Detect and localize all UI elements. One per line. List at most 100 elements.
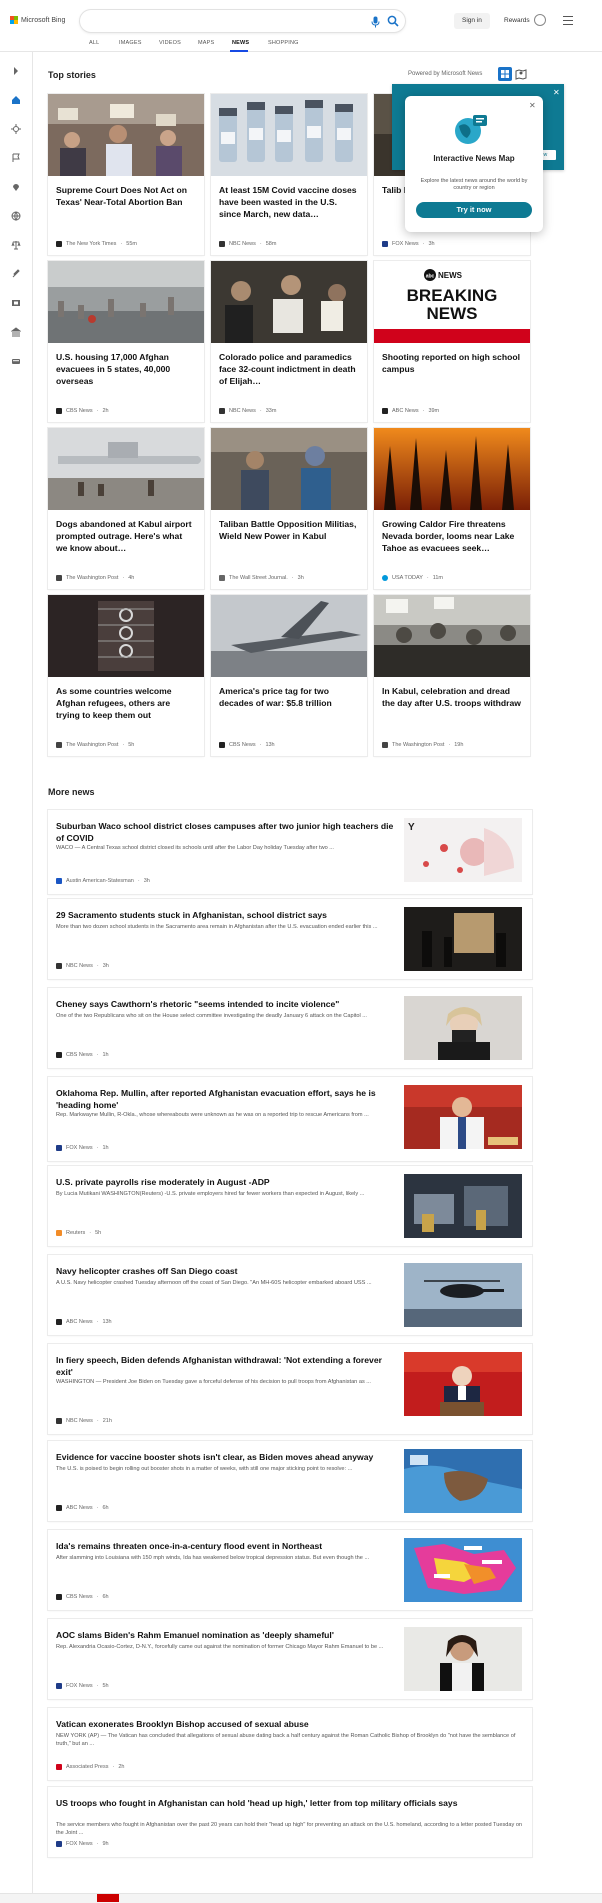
search-icon[interactable] — [387, 14, 399, 27]
active-tab-indicator — [230, 50, 248, 52]
news-row[interactable]: Ida's remains threaten once-in-a-century… — [48, 1530, 532, 1610]
globe-icon[interactable] — [11, 211, 21, 221]
story-headline[interactable]: Supreme Court Does Not Act on Texas' Nea… — [56, 184, 196, 208]
story-card[interactable]: Colorado police and paramedics face 32-c… — [211, 261, 367, 422]
news-row[interactable]: In fiery speech, Biden defends Afghanist… — [48, 1344, 532, 1434]
story-headline[interactable]: Dogs abandoned at Kabul airport prompted… — [56, 518, 196, 554]
news-thumbnail[interactable] — [404, 1174, 522, 1238]
news-row[interactable]: Suburban Waco school district closes cam… — [48, 810, 532, 894]
story-headline[interactable]: Shooting reported on high school campus — [382, 351, 522, 375]
logo-text: Microsoft Bing — [21, 16, 66, 24]
microphone-icon[interactable] — [371, 15, 380, 28]
news-thumbnail[interactable] — [404, 1085, 522, 1149]
news-headline[interactable]: Vatican exonerates Brooklyn Bishop accus… — [56, 1718, 524, 1730]
rewards-trophy-icon[interactable] — [534, 14, 546, 26]
story-source: NBC News · 33m — [219, 408, 276, 414]
story-headline[interactable]: In Kabul, celebration and dread the day … — [382, 685, 522, 709]
rocket-icon[interactable] — [11, 269, 21, 279]
grid-view-button[interactable] — [498, 67, 512, 81]
news-headline[interactable]: US troops who fought in Afghanistan can … — [56, 1797, 524, 1809]
news-thumbnail[interactable] — [404, 907, 522, 971]
story-card[interactable]: abc NEWS BREAKING NEWS Shooting reported… — [374, 261, 530, 422]
source-time: 1h — [102, 1145, 109, 1151]
story-headline[interactable]: U.S. housing 17,000 Afghan evacuees in 5… — [56, 351, 196, 387]
news-headline[interactable]: 29 Sacramento students stuck in Afghanis… — [56, 909, 396, 921]
source-logo-icon — [219, 408, 225, 414]
close-icon[interactable]: ✕ — [553, 88, 560, 97]
header: Microsoft Bing Sign in Rewards — [0, 0, 602, 36]
news-row[interactable]: Navy helicopter crashes off San Diego co… — [48, 1255, 532, 1335]
story-card[interactable]: As some countries welcome Afghan refugee… — [48, 595, 204, 756]
separator: · — [96, 1841, 99, 1847]
story-headline[interactable]: Colorado police and paramedics face 32-c… — [219, 351, 359, 387]
story-headline[interactable]: At least 15M Covid vaccine doses have be… — [219, 184, 359, 220]
location-pin-icon[interactable] — [11, 182, 21, 192]
news-thumbnail[interactable]: Y — [404, 818, 522, 882]
news-headline[interactable]: Suburban Waco school district closes cam… — [56, 820, 396, 844]
news-source: FOX News · 1h — [56, 1145, 109, 1151]
news-headline[interactable]: AOC slams Biden's Rahm Emanuel nominatio… — [56, 1629, 396, 1641]
story-card[interactable]: Supreme Court Does Not Act on Texas' Nea… — [48, 94, 204, 255]
film-icon[interactable] — [11, 298, 21, 308]
news-row[interactable]: US troops who fought in Afghanistan can … — [48, 1787, 532, 1857]
news-thumbnail[interactable] — [404, 1627, 522, 1691]
tab-all[interactable]: ALL — [89, 40, 99, 46]
tab-images[interactable]: IMAGES — [119, 40, 142, 46]
map-view-button[interactable] — [514, 67, 528, 81]
news-headline[interactable]: U.S. private payrolls rise moderately in… — [56, 1176, 396, 1188]
source-name: FOX News — [66, 1841, 93, 1847]
tab-news[interactable]: NEWS — [232, 40, 249, 46]
rewards-label[interactable]: Rewards — [504, 17, 530, 24]
bing-logo[interactable]: Microsoft Bing — [10, 16, 65, 24]
left-sidebar — [0, 52, 33, 1903]
story-card[interactable]: Taliban Battle Opposition Militias, Wiel… — [211, 428, 367, 589]
story-headline[interactable]: Growing Caldor Fire threatens Nevada bor… — [382, 518, 522, 554]
news-thumbnail[interactable] — [404, 1449, 522, 1513]
bank-icon[interactable] — [11, 327, 21, 337]
home-icon[interactable] — [11, 95, 21, 105]
story-headline[interactable]: Taliban Battle Opposition Militias, Wiel… — [219, 518, 359, 542]
news-thumbnail[interactable] — [404, 1352, 522, 1416]
coronavirus-icon[interactable] — [11, 124, 21, 134]
story-source: USA TODAY · 11m — [382, 575, 443, 581]
story-headline[interactable]: America's price tag for two decades of w… — [219, 685, 359, 709]
news-row[interactable]: 29 Sacramento students stuck in Afghanis… — [48, 899, 532, 979]
hamburger-menu-icon[interactable] — [563, 16, 573, 25]
close-icon[interactable]: ✕ — [529, 101, 536, 110]
try-it-now-button[interactable]: Try it now — [416, 202, 532, 218]
car-icon[interactable] — [11, 356, 21, 366]
story-card[interactable]: Dogs abandoned at Kabul airport prompted… — [48, 428, 204, 589]
news-row[interactable]: Vatican exonerates Brooklyn Bishop accus… — [48, 1708, 532, 1780]
news-headline[interactable]: Evidence for vaccine booster shots isn't… — [56, 1451, 396, 1463]
tab-videos[interactable]: VIDEOS — [159, 40, 181, 46]
flag-icon[interactable] — [11, 153, 21, 163]
news-snippet: By Lucia Mutikani WASHINGTON(Reuters) -U… — [56, 1191, 365, 1197]
source-logo-icon — [382, 241, 388, 247]
source-name: FOX News — [66, 1145, 93, 1151]
news-row[interactable]: Oklahoma Rep. Mullin, after reported Afg… — [48, 1077, 532, 1161]
story-card[interactable]: America's price tag for two decades of w… — [211, 595, 367, 756]
news-headline[interactable]: Navy helicopter crashes off San Diego co… — [56, 1265, 396, 1277]
news-row[interactable]: Evidence for vaccine booster shots isn't… — [48, 1441, 532, 1521]
news-row[interactable]: Cheney says Cawthorn's rhetoric "seems i… — [48, 988, 532, 1068]
story-headline[interactable]: As some countries welcome Afghan refugee… — [56, 685, 196, 721]
news-thumbnail[interactable] — [404, 996, 522, 1060]
sign-in-button[interactable]: Sign in — [454, 13, 490, 29]
news-headline[interactable]: Cheney says Cawthorn's rhetoric "seems i… — [56, 998, 396, 1010]
news-headline[interactable]: Ida's remains threaten once-in-a-century… — [56, 1540, 396, 1552]
news-headline[interactable]: Oklahoma Rep. Mullin, after reported Afg… — [56, 1087, 396, 1111]
news-headline[interactable]: In fiery speech, Biden defends Afghanist… — [56, 1354, 396, 1378]
news-row[interactable]: U.S. private payrolls rise moderately in… — [48, 1166, 532, 1246]
story-card[interactable]: U.S. housing 17,000 Afghan evacuees in 5… — [48, 261, 204, 422]
search-input[interactable] — [80, 10, 405, 32]
story-card[interactable]: At least 15M Covid vaccine doses have be… — [211, 94, 367, 255]
news-row[interactable]: AOC slams Biden's Rahm Emanuel nominatio… — [48, 1619, 532, 1699]
story-card[interactable]: In Kabul, celebration and dread the day … — [374, 595, 530, 756]
story-card[interactable]: Growing Caldor Fire threatens Nevada bor… — [374, 428, 530, 589]
scales-icon[interactable] — [11, 240, 21, 250]
news-thumbnail[interactable] — [404, 1538, 522, 1602]
tab-shopping[interactable]: SHOPPING — [268, 40, 299, 46]
expand-chevron-icon[interactable] — [11, 66, 21, 76]
news-thumbnail[interactable] — [404, 1263, 522, 1327]
tab-maps[interactable]: MAPS — [198, 40, 214, 46]
